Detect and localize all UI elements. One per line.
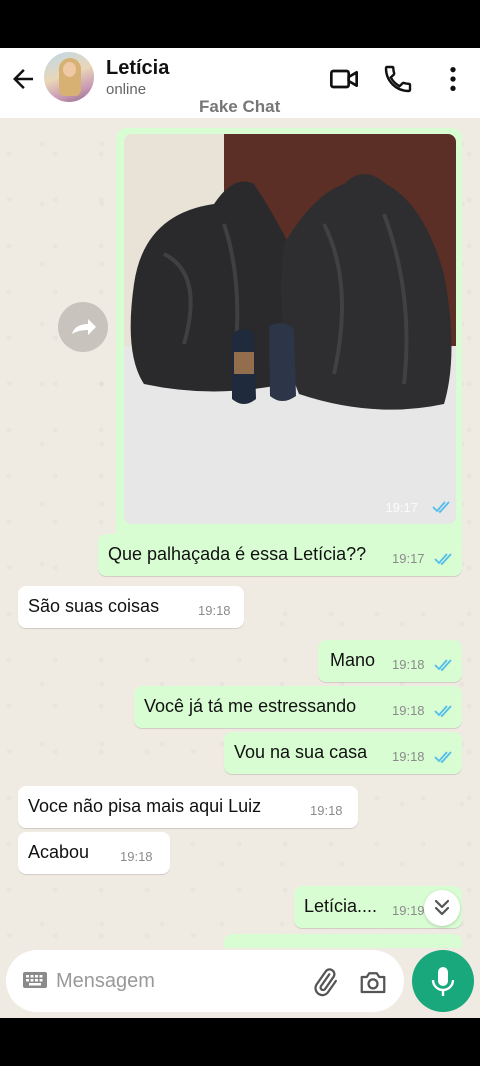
watermark-text: Fake Chat	[199, 97, 281, 116]
chevron-double-down-icon[interactable]	[424, 890, 460, 926]
read-ticks-icon	[434, 704, 454, 723]
microphone-icon[interactable]	[412, 950, 474, 1012]
message-text: Você já tá me estressando	[144, 696, 357, 716]
message-time: 19:18	[392, 749, 425, 764]
message-text: Voce não pisa mais aqui Luiz	[28, 796, 262, 816]
read-ticks-icon	[434, 658, 454, 677]
message-bubble-incoming[interactable]: Voce não pisa mais aqui Luiz 19:18	[18, 786, 358, 828]
message-time: 19:18	[120, 849, 153, 864]
message-input-bar[interactable]: Mensagem	[6, 950, 404, 1012]
message-text: Letícia....	[304, 896, 378, 916]
camera-icon[interactable]	[358, 967, 388, 1002]
message-time: 19:18	[392, 657, 425, 672]
read-ticks-icon	[432, 500, 452, 519]
trash-bags-picture	[130, 174, 452, 410]
message-bubble-outgoing[interactable]: Que palhaçada é essa Letícia?? 19:17	[98, 534, 462, 576]
contact-status: online	[106, 81, 147, 98]
message-bubble-outgoing-partial	[224, 934, 462, 948]
keyboard-icon[interactable]	[22, 970, 48, 995]
chat-screen: Letícia online Fake Chat 19:17 Que palha…	[0, 48, 480, 1018]
image-message[interactable]: 19:17	[116, 128, 462, 574]
read-ticks-icon	[434, 552, 454, 571]
message-time: 19:19	[392, 903, 425, 918]
message-text: Acabou	[28, 842, 90, 862]
message-time: 19:17	[392, 551, 425, 566]
chat-header: Letícia online Fake Chat	[0, 48, 480, 118]
message-input[interactable]: Mensagem	[56, 970, 155, 993]
paperclip-icon[interactable]	[310, 967, 340, 1002]
message-bubble-incoming[interactable]: São suas coisas 19:18	[18, 586, 244, 628]
message-bubble-outgoing[interactable]: Vou na sua casa 19:18	[224, 732, 462, 774]
video-camera-icon[interactable]	[328, 63, 360, 95]
message-time: 19:18	[198, 603, 231, 618]
message-text: Que palhaçada é essa Letícia??	[108, 544, 367, 564]
message-bubble-outgoing[interactable]: Você já tá me estressando 19:18	[134, 686, 462, 728]
more-vertical-icon[interactable]	[437, 63, 469, 95]
read-ticks-icon	[434, 750, 454, 769]
message-text: Vou na sua casa	[234, 742, 368, 762]
forward-icon[interactable]	[58, 302, 108, 352]
avatar[interactable]	[44, 52, 94, 102]
image-time: 19:17	[385, 500, 418, 515]
image-attachment[interactable]	[124, 134, 456, 524]
message-time: 19:18	[310, 803, 343, 818]
message-text: São suas coisas	[28, 596, 160, 616]
message-bubble-incoming[interactable]: Acabou 19:18	[18, 832, 170, 874]
message-bubble-outgoing[interactable]: Mano 19:18	[318, 640, 462, 682]
contact-name[interactable]: Letícia	[106, 57, 169, 80]
phone-icon[interactable]	[382, 63, 414, 95]
message-text: Mano	[330, 650, 376, 670]
arrow-left-icon[interactable]	[8, 64, 38, 94]
message-time: 19:18	[392, 703, 425, 718]
